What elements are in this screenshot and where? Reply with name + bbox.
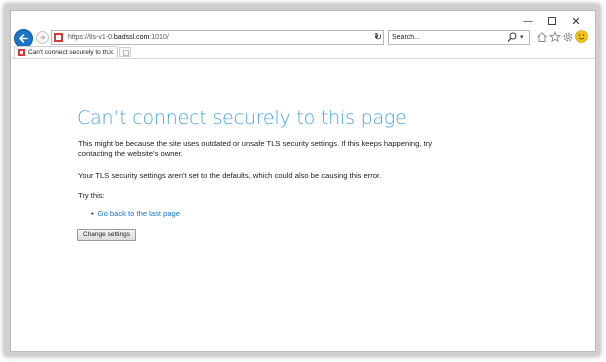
tab-active[interactable]: Can't connect securely to th... × bbox=[14, 46, 118, 58]
smiley-feedback-icon[interactable] bbox=[575, 30, 588, 43]
star-icon[interactable] bbox=[549, 31, 561, 43]
new-tab-button[interactable] bbox=[119, 47, 131, 57]
url-text[interactable]: https://tls-v1-0.badssl.com:1010/ bbox=[68, 32, 169, 44]
tab-title: Can't connect securely to th... bbox=[28, 49, 114, 56]
forward-arrow-icon bbox=[40, 35, 46, 40]
browser-window: — ✕ https://tls-v1-0.badssl.com:1010/ ▾ … bbox=[10, 10, 596, 352]
certificate-error-icon[interactable] bbox=[54, 33, 63, 42]
tab-close-button[interactable]: × bbox=[108, 47, 114, 58]
tab-favicon-error-icon bbox=[18, 49, 25, 56]
search-box[interactable]: ▾ bbox=[388, 30, 530, 45]
page-title: Can’t connect securely to this page bbox=[77, 107, 407, 129]
home-icon[interactable] bbox=[536, 31, 548, 43]
page-content: Can’t connect securely to this page This… bbox=[11, 59, 595, 351]
gear-icon[interactable] bbox=[562, 31, 574, 43]
close-window-button[interactable]: ✕ bbox=[565, 15, 587, 29]
search-input[interactable] bbox=[392, 32, 502, 43]
search-icon[interactable] bbox=[507, 32, 517, 43]
minimize-button[interactable]: — bbox=[517, 15, 539, 29]
go-back-link[interactable]: Go back to the last page bbox=[98, 209, 180, 218]
bullet: • bbox=[91, 209, 94, 218]
maximize-button[interactable] bbox=[541, 15, 563, 29]
back-arrow-icon bbox=[19, 34, 28, 43]
forward-button[interactable] bbox=[36, 31, 49, 44]
change-settings-button[interactable]: Change settings bbox=[77, 229, 136, 241]
tls-settings-note: Your TLS security settings aren't set to… bbox=[78, 171, 382, 180]
search-dropdown-icon[interactable]: ▾ bbox=[520, 31, 524, 44]
try-this-heading: Try this: bbox=[78, 191, 105, 200]
url-domain: badssl.com bbox=[113, 34, 150, 41]
refresh-button[interactable]: ↻ bbox=[371, 30, 385, 45]
error-description: This might be because the site uses outd… bbox=[78, 139, 433, 158]
maximize-icon bbox=[548, 17, 556, 25]
suggestion-item: • Go back to the last page bbox=[91, 209, 180, 219]
address-bar[interactable]: https://tls-v1-0.badssl.com:1010/ ▾ bbox=[51, 30, 384, 45]
tab-strip: Can't connect securely to th... × bbox=[11, 46, 595, 59]
